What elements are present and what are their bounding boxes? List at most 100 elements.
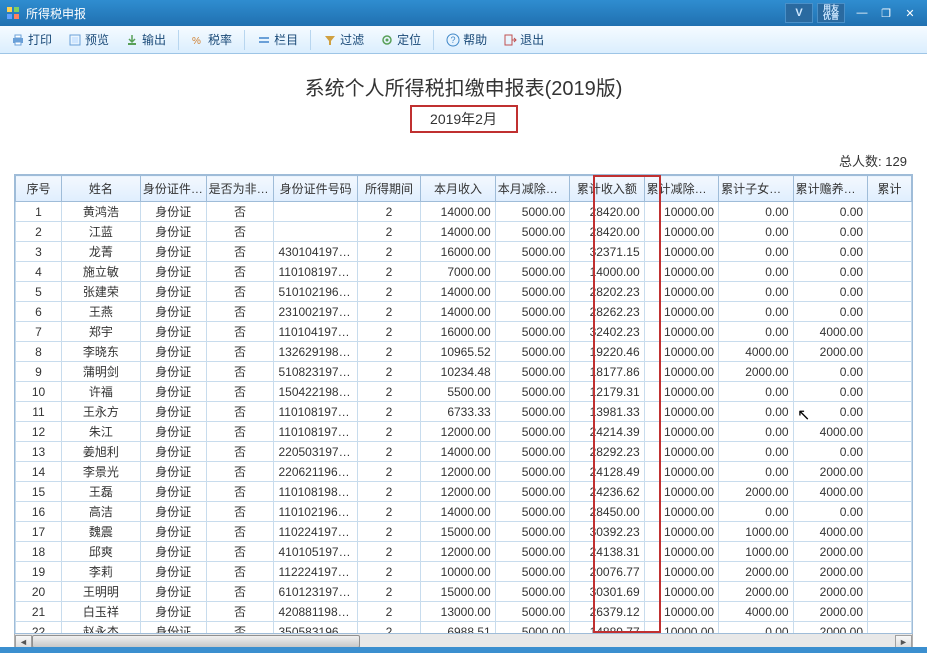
table-row[interactable]: 12朱江身份证否1101081977...212000.005000.00242…: [16, 422, 912, 442]
cell-idno[interactable]: 4101051977...: [274, 542, 357, 562]
cell-last[interactable]: [868, 582, 912, 602]
cell-child[interactable]: 0.00: [719, 202, 793, 222]
cell-period[interactable]: 2: [357, 462, 421, 482]
cell-nonres[interactable]: 否: [206, 402, 274, 422]
export-button[interactable]: 输出: [118, 28, 173, 52]
cell-elder[interactable]: 4000.00: [793, 522, 867, 542]
cell-accinc[interactable]: 24138.31: [570, 542, 644, 562]
cell-idtype[interactable]: 身份证: [140, 222, 206, 242]
cell-idtype[interactable]: 身份证: [140, 302, 206, 322]
cell-elder[interactable]: 0.00: [793, 262, 867, 282]
cell-name[interactable]: 江蓝: [62, 222, 141, 242]
cell-accinc[interactable]: 13981.33: [570, 402, 644, 422]
col-name[interactable]: 姓名: [62, 176, 141, 202]
exit-button[interactable]: 退出: [496, 28, 551, 52]
cell-idno[interactable]: 6101231977...: [274, 582, 357, 602]
cell-last[interactable]: [868, 442, 912, 462]
table-row[interactable]: 5张建荣身份证否5101021965...214000.005000.00282…: [16, 282, 912, 302]
cell-period[interactable]: 2: [357, 302, 421, 322]
cell-last[interactable]: [868, 222, 912, 242]
help-button[interactable]: ?帮助: [439, 28, 494, 52]
cell-accded[interactable]: 10000.00: [644, 462, 718, 482]
cell-elder[interactable]: 2000.00: [793, 602, 867, 622]
cell-accinc[interactable]: 30392.23: [570, 522, 644, 542]
cell-idtype[interactable]: 身份证: [140, 402, 206, 422]
cell-seq[interactable]: 15: [16, 482, 62, 502]
cell-accded[interactable]: 10000.00: [644, 382, 718, 402]
cell-period[interactable]: 2: [357, 542, 421, 562]
close-button[interactable]: ✕: [899, 5, 921, 21]
cell-name[interactable]: 张建荣: [62, 282, 141, 302]
cell-last[interactable]: [868, 202, 912, 222]
cell-deduct[interactable]: 5000.00: [495, 302, 569, 322]
cell-elder[interactable]: 0.00: [793, 382, 867, 402]
cell-child[interactable]: 0.00: [719, 622, 793, 635]
cell-name[interactable]: 邱爽: [62, 542, 141, 562]
horizontal-scrollbar[interactable]: ◄ ►: [14, 634, 913, 647]
cell-child[interactable]: 4000.00: [719, 342, 793, 362]
cell-period[interactable]: 2: [357, 322, 421, 342]
cell-income[interactable]: 14000.00: [421, 222, 495, 242]
cell-accinc[interactable]: 30301.69: [570, 582, 644, 602]
col-period[interactable]: 所得期间: [357, 176, 421, 202]
cell-period[interactable]: 2: [357, 222, 421, 242]
cell-idno[interactable]: [274, 222, 357, 242]
cell-income[interactable]: 5500.00: [421, 382, 495, 402]
cell-name[interactable]: 郑宇: [62, 322, 141, 342]
cell-accinc[interactable]: 19220.46: [570, 342, 644, 362]
cell-child[interactable]: 0.00: [719, 262, 793, 282]
cell-deduct[interactable]: 5000.00: [495, 342, 569, 362]
cell-accinc[interactable]: 14000.00: [570, 262, 644, 282]
cell-idtype[interactable]: 身份证: [140, 442, 206, 462]
cell-seq[interactable]: 11: [16, 402, 62, 422]
cell-name[interactable]: 李景光: [62, 462, 141, 482]
cell-accinc[interactable]: 32402.23: [570, 322, 644, 342]
cell-child[interactable]: 0.00: [719, 322, 793, 342]
cell-name[interactable]: 李晓东: [62, 342, 141, 362]
cell-last[interactable]: [868, 242, 912, 262]
cell-idtype[interactable]: 身份证: [140, 462, 206, 482]
cell-seq[interactable]: 21: [16, 602, 62, 622]
cell-idno[interactable]: 3505831968...: [274, 622, 357, 635]
cell-idtype[interactable]: 身份证: [140, 482, 206, 502]
cell-seq[interactable]: 19: [16, 562, 62, 582]
cell-idno[interactable]: 1101081974...: [274, 262, 357, 282]
cell-name[interactable]: 赵永杰: [62, 622, 141, 635]
cell-deduct[interactable]: 5000.00: [495, 562, 569, 582]
scroll-left-button[interactable]: ◄: [15, 635, 32, 648]
cell-elder[interactable]: 4000.00: [793, 322, 867, 342]
cell-income[interactable]: 10234.48: [421, 362, 495, 382]
cell-idno[interactable]: 5101021965...: [274, 282, 357, 302]
cell-nonres[interactable]: 否: [206, 322, 274, 342]
cell-deduct[interactable]: 5000.00: [495, 262, 569, 282]
cell-elder[interactable]: 2000.00: [793, 562, 867, 582]
cell-last[interactable]: [868, 422, 912, 442]
cell-last[interactable]: [868, 502, 912, 522]
cell-accded[interactable]: 10000.00: [644, 302, 718, 322]
cell-period[interactable]: 2: [357, 502, 421, 522]
cell-last[interactable]: [868, 322, 912, 342]
table-row[interactable]: 6王燕身份证否2310021975...214000.005000.002826…: [16, 302, 912, 322]
cell-seq[interactable]: 6: [16, 302, 62, 322]
table-row[interactable]: 18邱爽身份证否4101051977...212000.005000.00241…: [16, 542, 912, 562]
cell-accinc[interactable]: 24236.62: [570, 482, 644, 502]
cell-deduct[interactable]: 5000.00: [495, 422, 569, 442]
cell-child[interactable]: 2000.00: [719, 482, 793, 502]
cell-elder[interactable]: 2000.00: [793, 622, 867, 635]
cell-child[interactable]: 0.00: [719, 422, 793, 442]
cell-deduct[interactable]: 5000.00: [495, 382, 569, 402]
cell-period[interactable]: 2: [357, 202, 421, 222]
cell-deduct[interactable]: 5000.00: [495, 542, 569, 562]
cell-nonres[interactable]: 否: [206, 422, 274, 442]
cell-nonres[interactable]: 否: [206, 342, 274, 362]
cell-child[interactable]: 0.00: [719, 302, 793, 322]
cell-income[interactable]: 14000.00: [421, 282, 495, 302]
cell-accinc[interactable]: 20076.77: [570, 562, 644, 582]
cell-idno[interactable]: 1326291981...: [274, 342, 357, 362]
cell-deduct[interactable]: 5000.00: [495, 602, 569, 622]
cell-idtype[interactable]: 身份证: [140, 242, 206, 262]
cell-seq[interactable]: 18: [16, 542, 62, 562]
cell-idtype[interactable]: 身份证: [140, 582, 206, 602]
cell-elder[interactable]: 2000.00: [793, 542, 867, 562]
table-row[interactable]: 7郑宇身份证否1101041979...216000.005000.003240…: [16, 322, 912, 342]
